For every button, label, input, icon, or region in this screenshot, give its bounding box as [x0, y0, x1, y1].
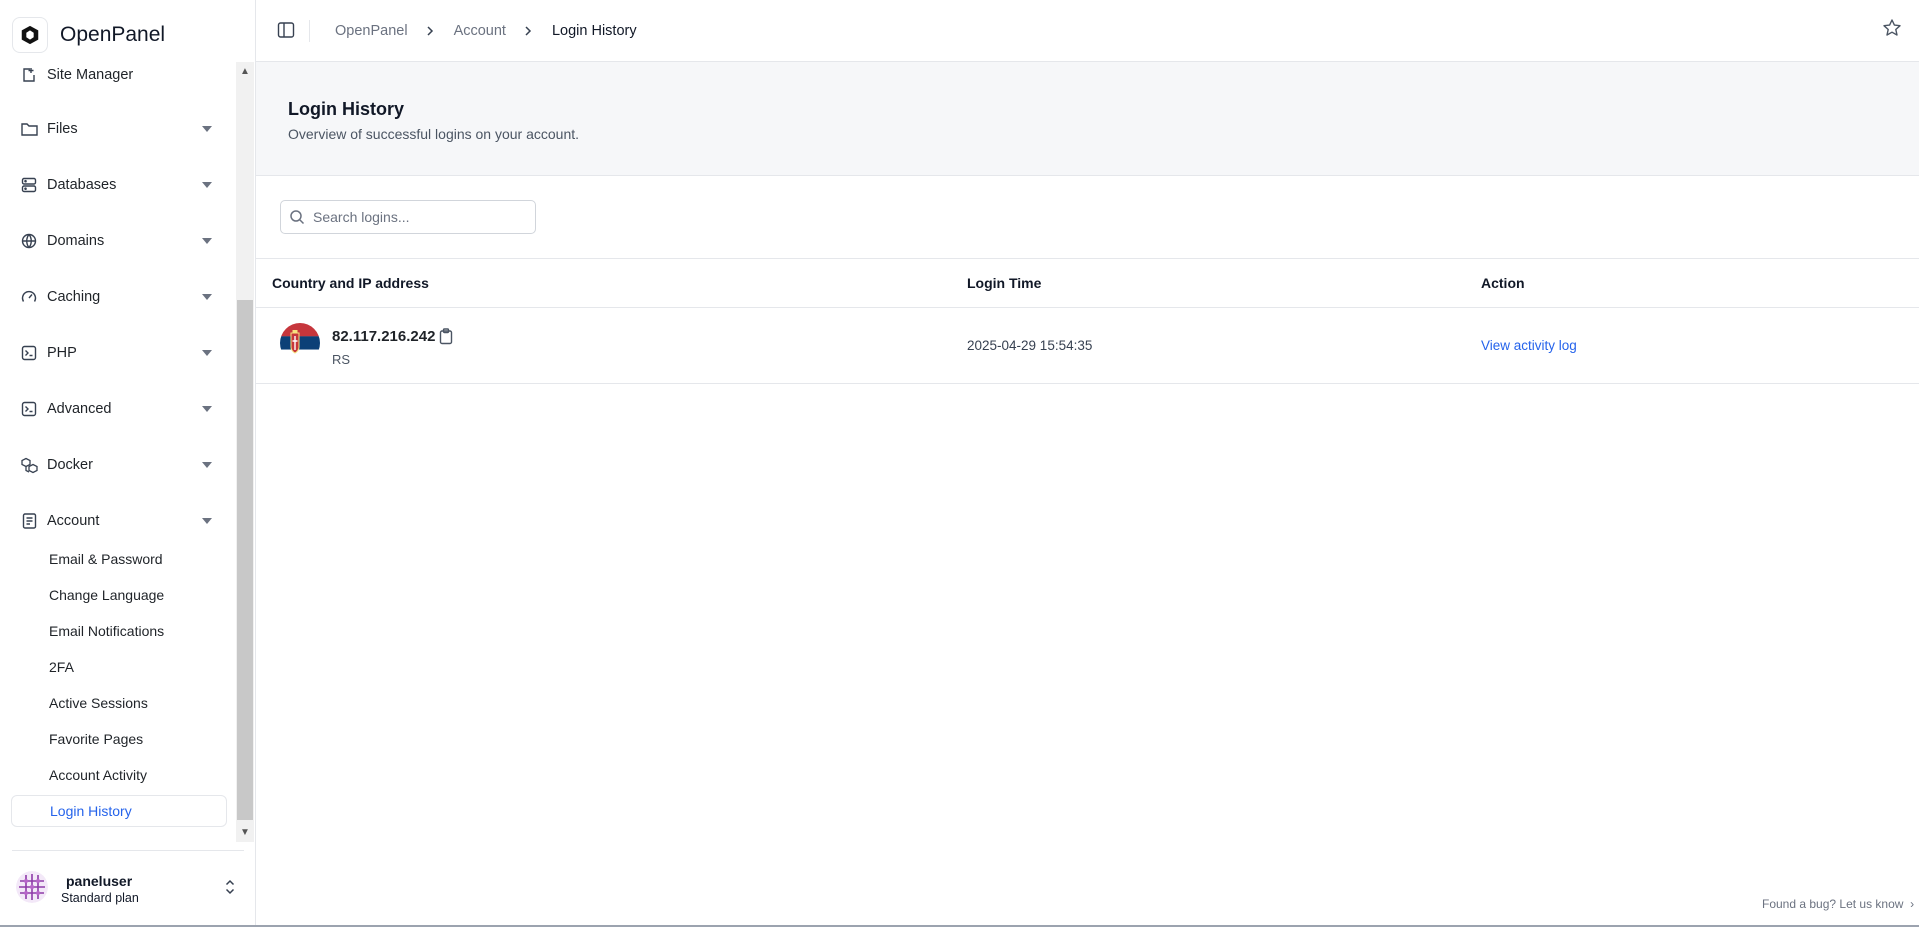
topbar-divider [309, 20, 310, 42]
chevron-down-icon [202, 126, 212, 132]
chevron-right-icon: › [1906, 897, 1915, 911]
sidebar-item-advanced[interactable]: Advanced [0, 389, 236, 429]
sidebar-item-label: Caching [47, 289, 101, 305]
breadcrumb-openpanel[interactable]: OpenPanel [335, 23, 408, 39]
search-box[interactable] [280, 200, 536, 234]
sidebar-item-label: Databases [47, 177, 117, 193]
sidebar-item-php[interactable]: PHP [0, 333, 236, 373]
user-name: paneluser [66, 873, 133, 889]
topbar: OpenPanel Account Login History [256, 0, 1919, 62]
sidebar-item-files[interactable]: Files [0, 109, 236, 149]
sidebar-item-databases[interactable]: Databases [0, 165, 236, 205]
sidebar-toggle-icon[interactable] [277, 21, 297, 41]
sidebar-item-label: Advanced [47, 401, 112, 417]
database-icon [20, 176, 38, 194]
sidebar-subitem-email-password[interactable]: Email & Password [11, 543, 227, 575]
sidebar-item-caching[interactable]: Caching [0, 277, 236, 317]
chevron-down-icon [202, 238, 212, 244]
sidebar-item-label: Account [47, 513, 100, 529]
boxes-icon [20, 456, 38, 474]
chevron-down-icon [202, 350, 212, 356]
brand-name: OpenPanel [60, 23, 166, 46]
chevron-down-icon [202, 518, 212, 524]
sidebar-item-account[interactable]: Account [0, 501, 236, 541]
sidebar-subitem-change-language[interactable]: Change Language [11, 579, 227, 611]
breadcrumb-account[interactable]: Account [454, 23, 506, 39]
search-input[interactable] [313, 201, 531, 233]
page-header: Login History Overview of successful log… [256, 62, 1919, 176]
terminal-icon [20, 400, 38, 418]
sidebar-item-label: Domains [47, 233, 105, 249]
chevrons-up-down-icon[interactable] [222, 877, 238, 897]
sidebar-item-domains[interactable]: Domains [0, 221, 236, 261]
sidebar-scrollbar[interactable]: ▲ ▼ [236, 62, 254, 842]
favorite-star-icon[interactable] [1882, 18, 1904, 40]
sidebar-subitem-2fa[interactable]: 2FA [11, 651, 227, 683]
table-header: Country and IP address Login Time Action [256, 258, 1919, 308]
sidebar-item-label: PHP [47, 345, 77, 361]
sidebar-subitem-login-history[interactable]: Login History [11, 795, 227, 827]
page-title: Login History [288, 99, 404, 119]
scrollbar-thumb[interactable] [237, 300, 253, 820]
brand[interactable]: OpenPanel [12, 15, 165, 55]
user-menu[interactable]: paneluser Standard plan [12, 850, 244, 922]
chevron-right-icon [426, 20, 436, 42]
search-icon [289, 209, 305, 225]
sidebar-item-label: Docker [47, 457, 93, 473]
sidebar-item-site-manager[interactable]: Site Manager [0, 62, 236, 95]
avatar [16, 871, 48, 903]
view-activity-log-link[interactable]: View activity log [1481, 338, 1577, 353]
openpanel-logo-icon [12, 17, 48, 53]
table-row: 82.117.216.242 RS 2025-04-29 15:54:35 Vi… [256, 308, 1919, 384]
gauge-icon [20, 288, 38, 306]
page-subtitle: Overview of successful logins on your ac… [288, 126, 580, 142]
sidebar: OpenPanel Site Manager Files Databases D… [0, 0, 256, 927]
ip-address: 82.117.216.242 [332, 328, 436, 345]
sidebar-subitem-account-activity[interactable]: Account Activity [11, 759, 227, 791]
sidebar-item-docker[interactable]: Docker [0, 445, 236, 485]
sidebar-subitem-email-notifications[interactable]: Email Notifications [11, 615, 227, 647]
bug-report-label: Found a bug? Let us know [1762, 897, 1904, 911]
user-plan: Standard plan [61, 891, 139, 905]
column-header-country-ip: Country and IP address [272, 275, 429, 291]
breadcrumb: OpenPanel Account Login History [335, 20, 637, 42]
breadcrumb-current: Login History [551, 23, 637, 39]
chevron-down-icon [202, 182, 212, 188]
column-header-action: Action [1481, 275, 1525, 291]
site-manager-icon [20, 66, 38, 84]
chevron-down-icon [202, 294, 212, 300]
sidebar-item-label: Files [47, 121, 78, 137]
folder-icon [20, 120, 38, 138]
clipboard-icon[interactable] [439, 328, 455, 346]
column-header-login-time: Login Time [967, 275, 1042, 291]
country-code: RS [332, 352, 351, 367]
scroll-down-arrow-icon[interactable]: ▼ [240, 827, 250, 838]
sidebar-subitem-active-sessions[interactable]: Active Sessions [11, 687, 227, 719]
chevron-right-icon [524, 20, 534, 42]
globe-icon [20, 232, 38, 250]
sidebar-nav: Site Manager Files Databases Domains Cac… [0, 62, 236, 832]
terminal-icon [20, 344, 38, 362]
login-time: 2025-04-29 15:54:35 [967, 338, 1093, 353]
bug-report-link[interactable]: Found a bug? Let us know › [1762, 897, 1914, 911]
sidebar-subitem-favorite-pages[interactable]: Favorite Pages [11, 723, 227, 755]
document-icon [20, 512, 38, 530]
serbia-flag-icon [280, 323, 320, 363]
sidebar-item-label: Site Manager [47, 67, 134, 83]
chevron-down-icon [202, 406, 212, 412]
scroll-up-arrow-icon[interactable]: ▲ [240, 66, 250, 77]
chevron-down-icon [202, 462, 212, 468]
